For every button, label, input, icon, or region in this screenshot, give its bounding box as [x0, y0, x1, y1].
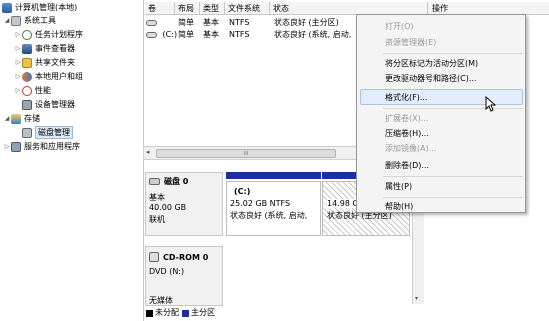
menu-item-explorer[interactable]: 资源管理器(E): [385, 35, 436, 50]
menu-item-change-drive-letter[interactable]: 更改驱动器号和路径(C)...: [385, 71, 476, 86]
column-header-layout[interactable]: 布局: [175, 2, 200, 15]
menu-item-delete-volume[interactable]: 删除卷(D)...: [385, 158, 429, 173]
tree-item-services-and-applications[interactable]: ▷ 服务和应用程序: [3, 140, 80, 153]
column-header-type[interactable]: 类型: [200, 2, 225, 15]
tree-item-task-scheduler[interactable]: ▷ 任务计划程序: [14, 28, 83, 41]
volume-layout: 简单: [178, 18, 194, 27]
scroll-down-arrow-icon[interactable]: ▾: [415, 295, 418, 302]
collapse-arrow-icon[interactable]: ◢: [3, 14, 11, 27]
column-header-filesystem[interactable]: 文件系统: [225, 2, 270, 15]
tree-item-computer-management[interactable]: 计算机管理(本地): [2, 1, 77, 14]
tree-item-event-viewer[interactable]: ▷ 事件查看器: [14, 42, 75, 55]
volume-status: 状态良好 (主分区): [274, 18, 339, 27]
performance-icon: [22, 85, 32, 96]
volume-fs: NTFS: [229, 18, 250, 27]
tree-item-device-manager[interactable]: 设备管理器: [22, 98, 75, 111]
tree-item-performance[interactable]: ▷ 性能: [14, 84, 51, 97]
volume-icon: [146, 31, 157, 38]
services-icon: [11, 141, 21, 152]
shared-folder-icon: [22, 57, 32, 68]
volume-layout: 简单: [178, 30, 194, 39]
menu-item-add-mirror[interactable]: 添加镜像(A)...: [385, 141, 436, 156]
partition-2-size: 14.98 G: [327, 199, 359, 208]
menu-item-help[interactable]: 帮助(H): [385, 199, 413, 214]
legend: 未分配 主分区: [143, 307, 215, 319]
volume-type: 基本: [203, 18, 219, 27]
storage-icon: [11, 113, 21, 124]
column-header-volume[interactable]: 卷: [145, 2, 175, 15]
menu-item-shrink-volume[interactable]: 压缩卷(H)...: [385, 126, 429, 141]
menu-item-format[interactable]: 格式化(F)...: [385, 90, 427, 105]
menu-item-extend-volume[interactable]: 扩展卷(X)...: [385, 111, 428, 126]
legend-label-unallocated: 未分配: [155, 308, 179, 317]
menu-item-open[interactable]: 打开(O): [385, 19, 414, 34]
menu-separator: [383, 53, 523, 54]
volume-icon: [146, 19, 157, 26]
disk-management-icon: [22, 127, 32, 138]
volume-status: 状态良好 (系统, 启动,: [274, 30, 352, 39]
menu-separator: [383, 197, 523, 198]
menu-item-mark-active[interactable]: 将分区标记为活动分区(M): [385, 56, 478, 71]
cdrom-drive: DVD (N:): [149, 267, 185, 276]
tree-item-local-users[interactable]: ▷ 本地用户和组: [14, 70, 83, 83]
computer-management-icon: [2, 2, 12, 13]
scroll-left-arrow-icon[interactable]: ◂: [146, 148, 150, 156]
expand-arrow-icon[interactable]: ▷: [14, 56, 22, 69]
tree-item-storage[interactable]: ◢ 存储: [3, 112, 40, 125]
partition-c-bar: [226, 172, 321, 179]
volume-type: 基本: [203, 30, 219, 39]
tree-item-disk-management[interactable]: 磁盘管理: [22, 126, 73, 139]
expand-arrow-icon[interactable]: ▷: [14, 28, 22, 41]
volume-row[interactable]: [146, 17, 165, 29]
expand-arrow-icon[interactable]: ▷: [14, 70, 22, 83]
cdrom-media: 无媒体: [149, 296, 173, 305]
disk0-title: 磁盘 0: [164, 177, 189, 186]
legend-swatch-primary: [182, 309, 189, 317]
expand-arrow-icon[interactable]: ▷: [14, 84, 22, 97]
collapse-arrow-icon[interactable]: ◢: [3, 112, 11, 125]
tools-icon: [11, 15, 21, 26]
menu-separator: [383, 176, 523, 177]
users-icon: [22, 71, 32, 82]
tree-item-shared-folders[interactable]: ▷ 共享文件夹: [14, 56, 75, 69]
tree-item-system-tools[interactable]: ◢ 系统工具: [3, 14, 56, 27]
menu-separator: [383, 108, 523, 109]
cdrom-title: CD-ROM 0: [163, 252, 209, 262]
disk0-info[interactable]: 磁盘 0 基本 40.00 GB 联机: [145, 172, 223, 236]
disk0-size: 40.00 GB: [149, 203, 187, 212]
clock-icon: [22, 29, 32, 40]
context-menu: 打开(O) 资源管理器(E) 将分区标记为活动分区(M) 更改驱动器号和路径(C…: [356, 14, 526, 213]
device-manager-icon: [22, 99, 32, 110]
cdrom0-info[interactable]: CD-ROM 0 DVD (N:) 无媒体: [145, 246, 223, 306]
cdrom-icon: [149, 252, 159, 262]
mouse-cursor-icon: [485, 96, 496, 112]
expand-arrow-icon[interactable]: ▷: [14, 42, 22, 55]
legend-swatch-unallocated: [146, 309, 153, 317]
menu-item-properties[interactable]: 属性(P): [385, 179, 412, 194]
disk0-state: 联机: [149, 215, 165, 224]
partition-c-name: (C:): [234, 187, 251, 196]
disk-icon: [149, 178, 160, 185]
legend-label-primary: 主分区: [191, 308, 215, 317]
scroll-thumb[interactable]: III: [156, 149, 336, 158]
partition-c[interactable]: (C:) 25.02 GB NTFS 状态良好 (系统, 启动,: [226, 181, 321, 236]
volume-fs: NTFS: [229, 30, 250, 39]
disk0-kind: 基本: [149, 193, 165, 202]
navigation-tree: 计算机管理(本地) ◢ 系统工具 ▷ 任务计划程序 ▷ 事件查看器 ▷ 共享文件…: [0, 0, 142, 321]
event-viewer-icon: [22, 43, 32, 54]
partition-c-size: 25.02 GB NTFS: [230, 199, 291, 208]
partition-c-status: 状态良好 (系统, 启动,: [230, 211, 308, 220]
expand-arrow-icon[interactable]: ▷: [3, 140, 11, 153]
volume-row[interactable]: (C:): [146, 29, 177, 41]
